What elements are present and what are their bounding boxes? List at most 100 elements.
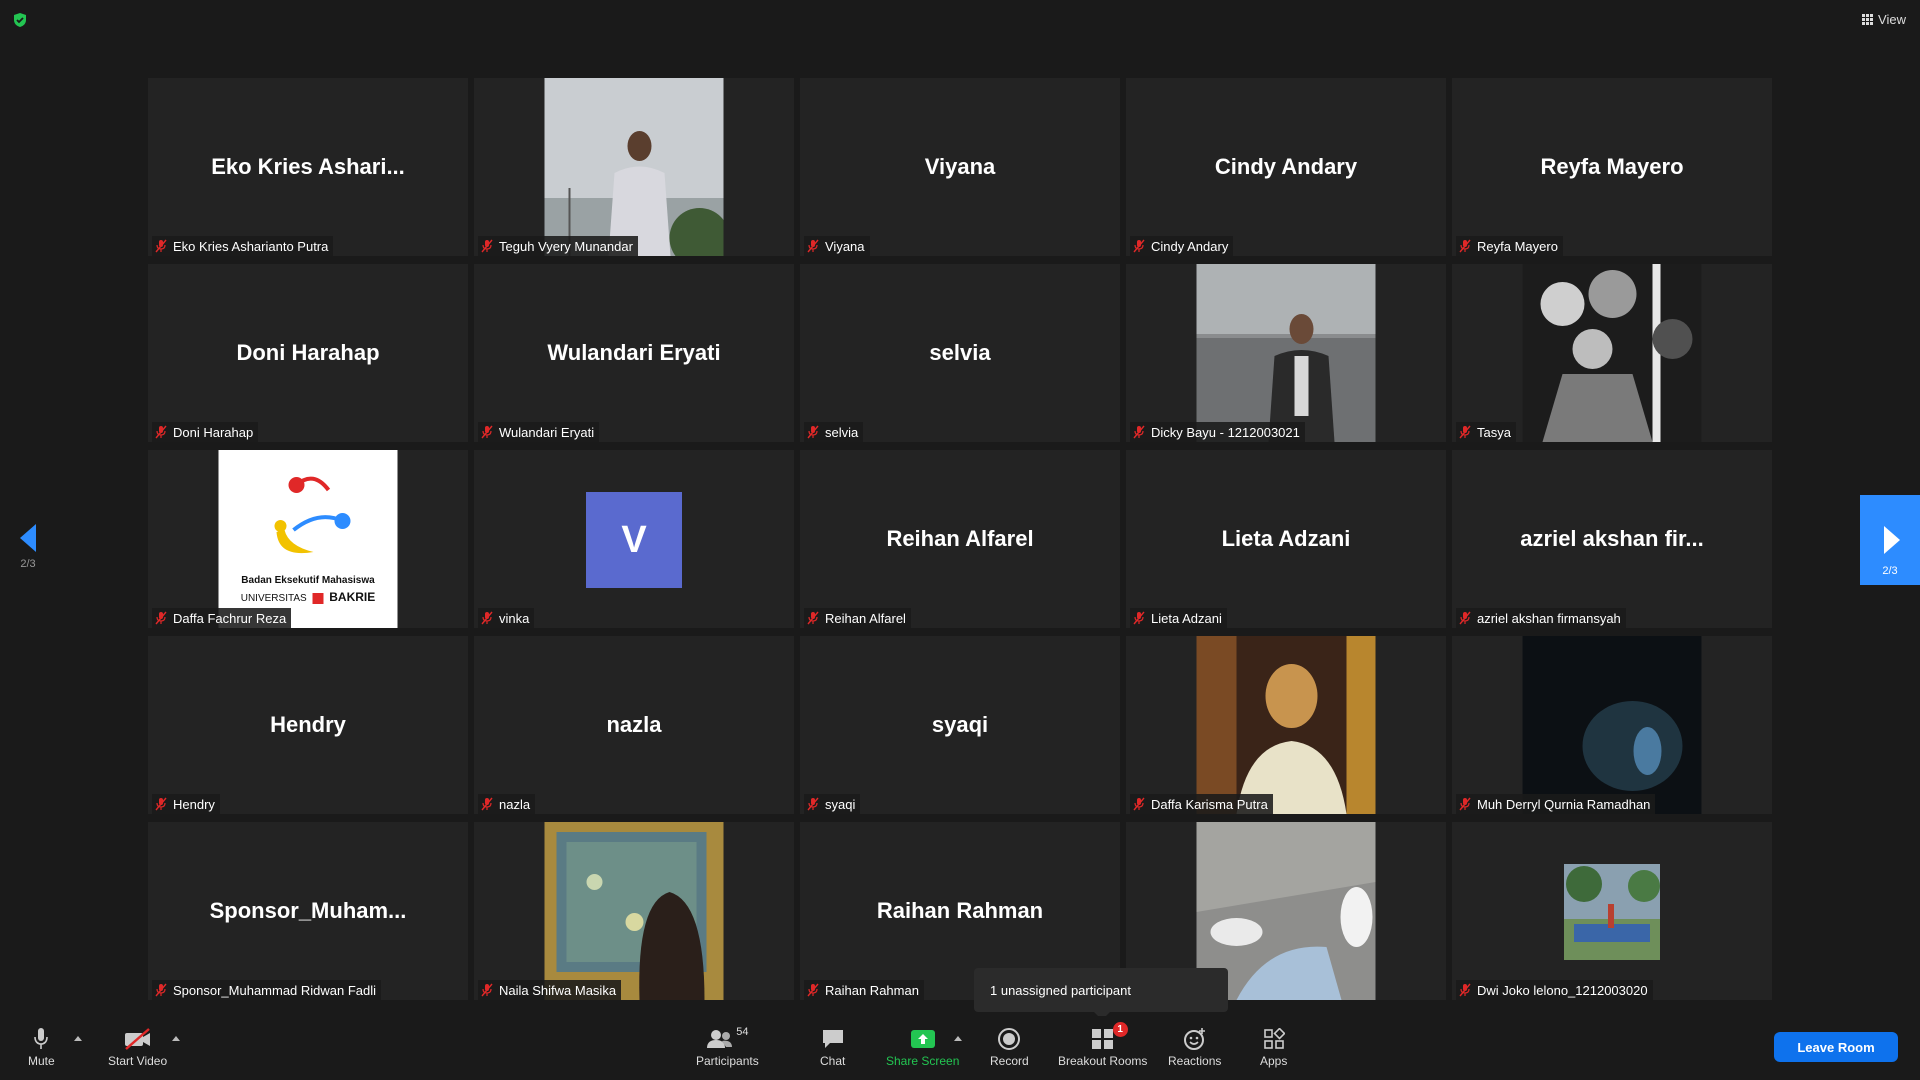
participant-tile[interactable]: Eko Kries Ashari... Eko Kries Asharianto… (148, 78, 468, 256)
mic-muted-icon (807, 611, 819, 625)
participant-name-tag: Hendry (152, 794, 220, 814)
mic-muted-icon (155, 983, 167, 997)
security-shield-icon[interactable] (12, 12, 28, 28)
leave-room-button[interactable]: Leave Room (1774, 1032, 1898, 1062)
share-screen-button[interactable]: Share Screen (886, 1026, 959, 1068)
apps-button[interactable]: Apps (1260, 1026, 1287, 1068)
participant-name-tag: Sponsor_Muhammad Ridwan Fadli (152, 980, 382, 1000)
participant-tile[interactable]: syaqi syaqi (800, 636, 1120, 814)
participant-tile[interactable]: Dicky Bayu - 1212003021 (1126, 264, 1446, 442)
participant-tile[interactable]: Doni Harahap Doni Harahap (148, 264, 468, 442)
participant-tile[interactable]: Reyfa Mayero Reyfa Mayero (1452, 78, 1772, 256)
mic-muted-icon (481, 983, 493, 997)
participant-name-tag: selvia (804, 422, 864, 442)
reactions-button[interactable]: Reactions (1168, 1026, 1221, 1068)
participants-button[interactable]: 54 Participants (696, 1026, 759, 1068)
participant-name: vinka (499, 610, 530, 626)
mic-muted-icon (481, 425, 493, 439)
participant-tile[interactable]: Sponsor_Muham... Sponsor_Muhammad Ridwan… (148, 822, 468, 1000)
participant-tile[interactable]: Wulandari Eryati Wulandari Eryati (474, 264, 794, 442)
participant-tile[interactable]: Viyana Viyana (800, 78, 1120, 256)
participant-tile[interactable]: Dwi Joko lelono_1212003020 (1452, 822, 1772, 1000)
mic-muted-icon (155, 239, 167, 253)
participant-display-name: Doni Harahap (236, 340, 380, 365)
participant-name: Muh Derryl Qurnia Ramadhan (1477, 796, 1651, 812)
share-screen-label: Share Screen (886, 1054, 960, 1068)
participant-tile[interactable]: Reihan Alfarel Reihan Alfarel (800, 450, 1120, 628)
participant-photo (1196, 264, 1376, 442)
participant-tile[interactable]: Cindy Andary Cindy Andary (1126, 78, 1446, 256)
audio-options-caret[interactable] (74, 1036, 82, 1041)
breakout-notification-badge: 1 (1112, 1022, 1128, 1037)
mic-muted-icon (807, 239, 819, 253)
mic-muted-icon (1133, 611, 1145, 625)
microphone-icon (34, 1028, 49, 1049)
participant-name: Naila Shifwa Masika (499, 982, 617, 998)
participant-tile[interactable]: Tasya (1452, 264, 1772, 442)
tooltip-text: 1 unassigned participant (990, 982, 1131, 998)
apps-label: Apps (1260, 1054, 1288, 1068)
participant-name: Daffa Karisma Putra (1151, 796, 1268, 812)
participants-icon (707, 1030, 733, 1048)
apps-icon (1263, 1028, 1285, 1049)
participant-photo (544, 78, 724, 256)
participant-tile[interactable]: Badan Eksekutif Mahasiswa UNIVERSITAS BA… (148, 450, 468, 628)
participant-name: selvia (825, 424, 859, 440)
participant-tile[interactable]: Naila Shifwa Masika (474, 822, 794, 1000)
bem-logo-line1: Badan Eksekutif Mahasiswa (241, 575, 375, 586)
mic-muted-icon (155, 797, 167, 811)
participant-photo (1196, 636, 1376, 814)
chat-button[interactable]: Chat (820, 1026, 845, 1068)
participant-tile[interactable]: Daffa Karisma Putra (1126, 636, 1446, 814)
participant-tile[interactable]: nazla nazla (474, 636, 794, 814)
mic-muted-icon (1133, 425, 1145, 439)
share-screen-icon (910, 1030, 935, 1048)
breakout-rooms-button[interactable]: 1 Breakout Rooms (1058, 1022, 1147, 1068)
participant-display-name: syaqi (931, 712, 989, 737)
view-button[interactable]: View (1862, 12, 1906, 27)
mic-muted-icon (1459, 983, 1471, 997)
previous-page-button[interactable]: 2/3 (10, 520, 46, 580)
participant-display-name: Hendry (270, 712, 346, 737)
participant-tile[interactable]: selvia selvia (800, 264, 1120, 442)
participant-name-tag: vinka (478, 608, 535, 628)
participant-tile[interactable]: azriel akshan fir... azriel akshan firma… (1452, 450, 1772, 628)
share-options-caret[interactable] (954, 1036, 962, 1041)
participant-display-name: nazla (606, 712, 662, 737)
participant-tile[interactable]: V vinka (474, 450, 794, 628)
participant-name-tag: Dwi Joko lelono_1212003020 (1456, 980, 1653, 1000)
gallery-view: Eko Kries Ashari... Eko Kries Asharianto… (148, 78, 1772, 1002)
video-options-caret[interactable] (172, 1036, 180, 1041)
participant-tile[interactable]: Muh Derryl Qurnia Ramadhan (1452, 636, 1772, 814)
participant-name: Daffa Fachrur Reza (173, 610, 287, 626)
participant-photo (1564, 864, 1660, 960)
chat-bubble-icon (822, 1030, 843, 1048)
participant-name-tag: Viyana (804, 236, 870, 256)
participant-name: Doni Harahap (173, 424, 254, 440)
participant-name: Reihan Alfarel (825, 610, 906, 626)
participant-tile[interactable]: Hendry Hendry (148, 636, 468, 814)
next-page-button[interactable]: 2/3 (1860, 495, 1920, 585)
participant-name: azriel akshan firmansyah (1477, 610, 1621, 626)
mic-muted-icon (807, 983, 819, 997)
participant-name-tag: syaqi (804, 794, 861, 814)
participant-photo (1522, 636, 1702, 814)
participant-name-tag: Cindy Andary (1130, 236, 1234, 256)
participant-display-name: Lieta Adzani (1221, 526, 1351, 551)
record-button[interactable]: Record (990, 1026, 1029, 1068)
participant-tile[interactable]: Teguh Vyery Munandar (474, 78, 794, 256)
arrow-left-icon (20, 524, 36, 552)
participant-name-tag: Dicky Bayu - 1212003021 (1130, 422, 1305, 442)
participant-name: Dicky Bayu - 1212003021 (1151, 424, 1300, 440)
mute-button[interactable]: Mute (28, 1026, 55, 1068)
start-video-button[interactable]: Start Video (108, 1026, 167, 1068)
participant-display-name: azriel akshan fir... (1520, 526, 1704, 551)
participant-display-name: Raihan Rahman (876, 898, 1044, 923)
participant-tile[interactable]: Lieta Adzani Lieta Adzani (1126, 450, 1446, 628)
chat-label: Chat (820, 1054, 846, 1068)
participant-display-name: Sponsor_Muham... (209, 898, 407, 923)
participant-photo (544, 822, 724, 1000)
participant-name-tag: Teguh Vyery Munandar (478, 236, 638, 256)
page-indicator: 2/3 (20, 558, 36, 570)
unassigned-participant-tooltip: 1 unassigned participant (974, 968, 1228, 1020)
